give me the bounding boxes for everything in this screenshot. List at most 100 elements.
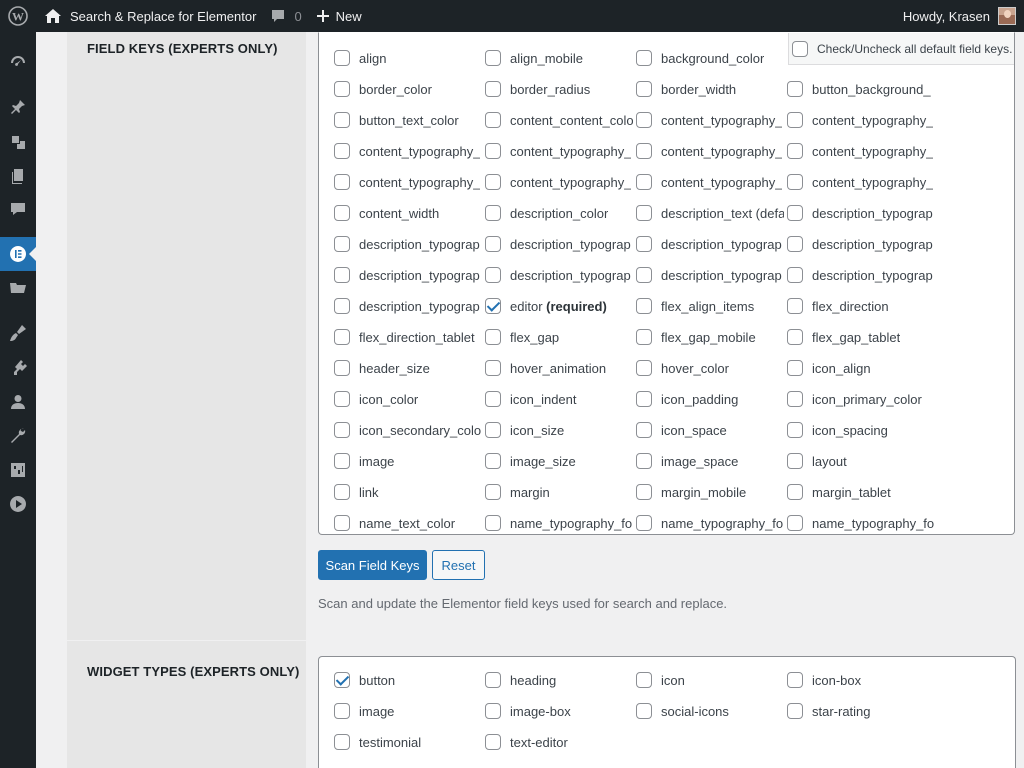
checkbox-item[interactable]: icon_space: [636, 420, 784, 440]
checkbox[interactable]: [485, 267, 501, 283]
checkbox[interactable]: [485, 422, 501, 438]
checkbox-item[interactable]: link: [334, 482, 482, 502]
check-all-toggle[interactable]: Check/Uncheck all default field keys.: [788, 33, 1014, 65]
checkbox-item[interactable]: image-box: [485, 701, 633, 721]
checkbox-item[interactable]: description_typograp: [485, 234, 633, 254]
checkbox[interactable]: [334, 205, 350, 221]
checkbox[interactable]: [334, 734, 350, 750]
checkbox-item[interactable]: description_color: [485, 203, 633, 223]
checkbox[interactable]: [485, 174, 501, 190]
checkbox[interactable]: [787, 267, 803, 283]
checkbox[interactable]: [787, 81, 803, 97]
checkbox-item[interactable]: icon_color: [334, 389, 482, 409]
checkbox-item[interactable]: content_typography_: [787, 141, 935, 161]
checkbox[interactable]: [636, 360, 652, 376]
checkbox[interactable]: [636, 267, 652, 283]
checkbox-item[interactable]: hover_color: [636, 358, 784, 378]
checkbox-item[interactable]: heading: [485, 670, 633, 690]
checkbox-item[interactable]: background_color: [636, 48, 784, 68]
checkbox[interactable]: [334, 422, 350, 438]
checkbox-item[interactable]: flex_align_items: [636, 296, 784, 316]
checkbox-item[interactable]: image: [334, 451, 482, 471]
checkbox-item[interactable]: flex_direction: [787, 296, 935, 316]
checkbox[interactable]: [636, 205, 652, 221]
checkbox-item[interactable]: content_typography_: [485, 141, 633, 161]
checkbox-item[interactable]: description_text (defa: [636, 203, 784, 223]
checkbox-item[interactable]: image_size: [485, 451, 633, 471]
checkbox[interactable]: [787, 515, 803, 531]
checkbox-item[interactable]: image: [334, 701, 482, 721]
checkbox-item[interactable]: description_typograp: [334, 234, 482, 254]
checkbox-item[interactable]: social-icons: [636, 701, 784, 721]
checkbox[interactable]: [485, 205, 501, 221]
checkbox-item[interactable]: flex_gap_tablet: [787, 327, 935, 347]
checkbox[interactable]: [787, 484, 803, 500]
checkbox[interactable]: [636, 329, 652, 345]
checkbox[interactable]: [787, 298, 803, 314]
templates-icon[interactable]: [0, 270, 36, 304]
new-content-link[interactable]: New: [309, 0, 369, 32]
checkbox[interactable]: [787, 703, 803, 719]
checkbox-item[interactable]: header_size: [334, 358, 482, 378]
checkbox[interactable]: [334, 703, 350, 719]
checkbox[interactable]: [787, 174, 803, 190]
checkbox[interactable]: [787, 112, 803, 128]
checkbox-item[interactable]: icon_padding: [636, 389, 784, 409]
checkbox[interactable]: [787, 236, 803, 252]
checkbox[interactable]: [636, 143, 652, 159]
comments-icon[interactable]: [0, 192, 36, 226]
checkbox-item[interactable]: border_color: [334, 79, 482, 99]
checkbox-item[interactable]: description_typograp: [636, 234, 784, 254]
checkbox-item[interactable]: description_typograp: [787, 265, 935, 285]
checkbox-item[interactable]: icon: [636, 670, 784, 690]
checkbox[interactable]: [485, 329, 501, 345]
checkbox[interactable]: [334, 672, 350, 688]
checkbox[interactable]: [334, 391, 350, 407]
checkbox-item[interactable]: description_typograp: [787, 234, 935, 254]
checkbox-item[interactable]: icon_primary_color: [787, 389, 935, 409]
checkbox[interactable]: [334, 484, 350, 500]
checkbox-item[interactable]: flex_gap_mobile: [636, 327, 784, 347]
checkbox[interactable]: [334, 298, 350, 314]
checkbox[interactable]: [334, 112, 350, 128]
checkbox-item[interactable]: margin: [485, 482, 633, 502]
checkbox[interactable]: [485, 672, 501, 688]
checkbox[interactable]: [334, 267, 350, 283]
checkbox-item[interactable]: content_width: [334, 203, 482, 223]
checkbox[interactable]: [485, 112, 501, 128]
checkbox-item[interactable]: content_typography_: [636, 141, 784, 161]
checkbox-item[interactable]: hover_animation: [485, 358, 633, 378]
checkbox[interactable]: [636, 174, 652, 190]
checkbox-item[interactable]: description_typograp: [485, 265, 633, 285]
checkbox-item[interactable]: name_typography_fo: [787, 513, 935, 533]
checkbox[interactable]: [636, 515, 652, 531]
checkbox-item[interactable]: content_content_colo: [485, 110, 633, 130]
checkbox[interactable]: [334, 143, 350, 159]
checkbox[interactable]: [485, 391, 501, 407]
checkbox-item[interactable]: description_typograp: [636, 265, 784, 285]
dashboard-icon[interactable]: [0, 45, 36, 79]
checkbox-item[interactable]: icon_align: [787, 358, 935, 378]
checkbox[interactable]: [334, 360, 350, 376]
checkbox-item[interactable]: description_typograp: [787, 203, 935, 223]
settings-icon[interactable]: [0, 453, 36, 487]
checkbox-item[interactable]: description_typograp: [334, 296, 482, 316]
checkbox-item[interactable]: content_typography_: [485, 172, 633, 192]
media-icon[interactable]: [0, 125, 36, 159]
checkbox-item[interactable]: layout: [787, 451, 935, 471]
reset-button[interactable]: Reset: [432, 550, 485, 580]
checkbox[interactable]: [485, 703, 501, 719]
checkbox-item[interactable]: name_typography_fo: [636, 513, 784, 533]
checkbox[interactable]: [485, 360, 501, 376]
checkbox-item[interactable]: content_typography_: [334, 141, 482, 161]
checkbox-item[interactable]: button: [334, 670, 482, 690]
checkbox-item[interactable]: icon_secondary_color: [334, 420, 482, 440]
checkbox-item[interactable]: margin_mobile: [636, 482, 784, 502]
checkbox[interactable]: [485, 515, 501, 531]
checkbox-item[interactable]: text-editor: [485, 732, 633, 752]
checkbox[interactable]: [636, 453, 652, 469]
widget-types-list[interactable]: button heading icon icon-box image image-box s…: [318, 656, 1016, 768]
checkbox[interactable]: [636, 672, 652, 688]
appearance-icon[interactable]: [0, 316, 36, 350]
checkbox-item[interactable]: content_typography_: [787, 172, 935, 192]
